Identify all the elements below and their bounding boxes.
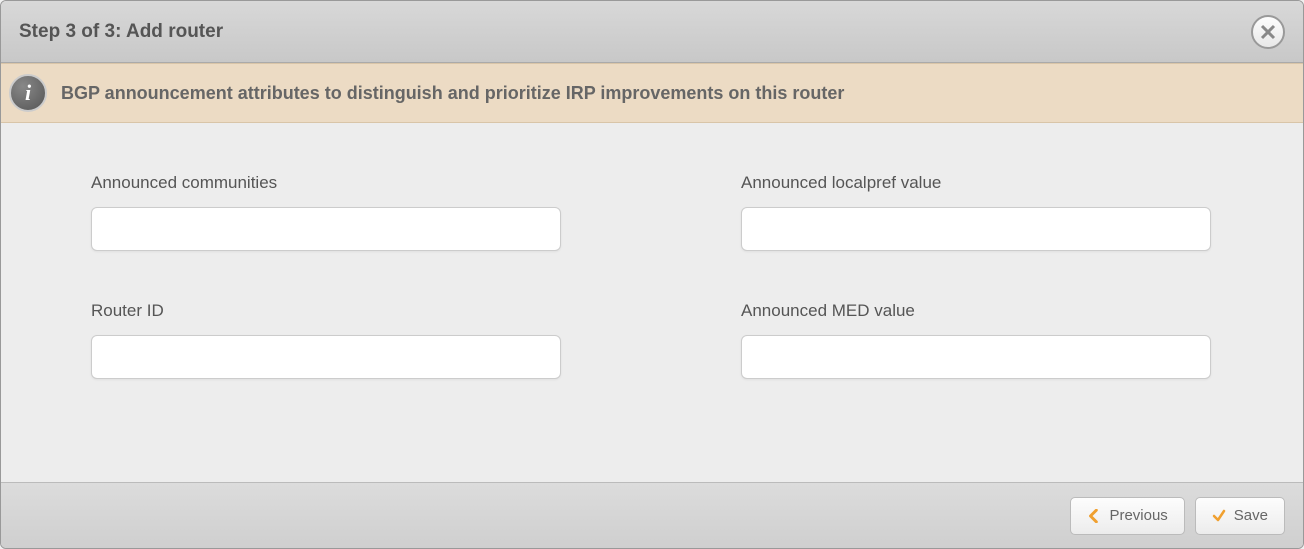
info-bar: i BGP announcement attributes to disting… [1, 63, 1303, 123]
form-area: Announced communities Router ID Announce… [1, 123, 1303, 482]
announced-localpref-input[interactable] [741, 207, 1211, 251]
field-announced-communities: Announced communities [91, 173, 561, 251]
router-id-input[interactable] [91, 335, 561, 379]
chevron-left-icon [1087, 509, 1101, 523]
field-label: Announced MED value [741, 301, 1211, 321]
info-text: BGP announcement attributes to distingui… [61, 83, 844, 104]
save-label: Save [1234, 507, 1268, 524]
info-icon: i [9, 74, 47, 112]
announced-med-input[interactable] [741, 335, 1211, 379]
announced-communities-input[interactable] [91, 207, 561, 251]
form-column-right: Announced localpref value Announced MED … [741, 173, 1211, 462]
previous-label: Previous [1109, 507, 1167, 524]
save-button[interactable]: Save [1195, 497, 1285, 535]
check-icon [1212, 509, 1226, 523]
field-announced-med: Announced MED value [741, 301, 1211, 379]
field-router-id: Router ID [91, 301, 561, 379]
field-announced-localpref: Announced localpref value [741, 173, 1211, 251]
previous-button[interactable]: Previous [1070, 497, 1184, 535]
field-label: Announced communities [91, 173, 561, 193]
dialog-header: Step 3 of 3: Add router [1, 1, 1303, 63]
close-button[interactable] [1251, 15, 1285, 49]
form-column-left: Announced communities Router ID [91, 173, 561, 462]
dialog-title: Step 3 of 3: Add router [19, 21, 223, 43]
field-label: Announced localpref value [741, 173, 1211, 193]
wizard-dialog: Step 3 of 3: Add router i BGP announceme… [0, 0, 1304, 549]
field-label: Router ID [91, 301, 561, 321]
close-icon [1260, 24, 1276, 40]
dialog-footer: Previous Save [1, 482, 1303, 548]
